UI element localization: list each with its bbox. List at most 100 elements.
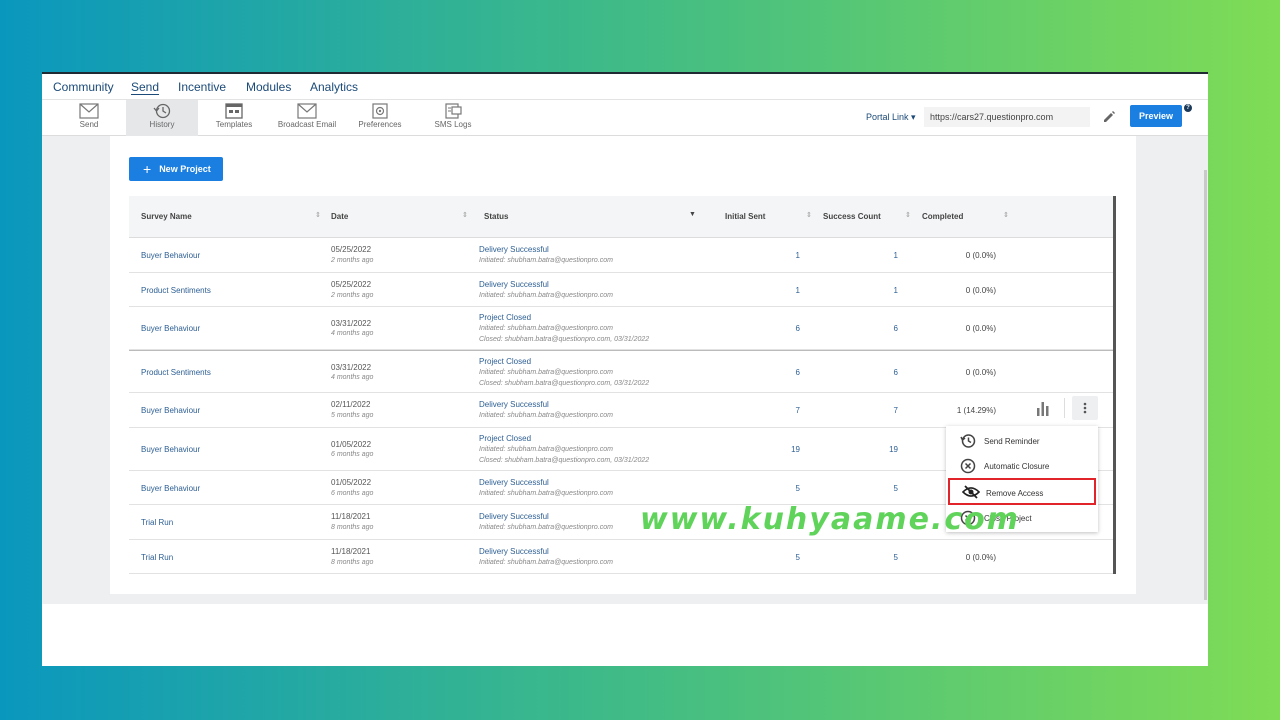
row-more-button[interactable] bbox=[1072, 396, 1098, 420]
row-initial-sent[interactable]: 7 bbox=[770, 406, 800, 415]
row-initial-sent[interactable]: 19 bbox=[770, 445, 800, 454]
row-status: Delivery Successful bbox=[479, 245, 549, 254]
row-initial-sent[interactable]: 5 bbox=[770, 484, 800, 493]
row-status: Delivery Successful bbox=[479, 400, 549, 409]
row-initial-sent[interactable]: 6 bbox=[770, 368, 800, 377]
nav-send[interactable]: Send bbox=[131, 80, 159, 94]
app-window: Community Send Incentive Modules Analyti… bbox=[42, 72, 1208, 666]
tool-send[interactable]: Send bbox=[53, 100, 125, 136]
top-nav: Community Send Incentive Modules Analyti… bbox=[42, 74, 1208, 100]
close-circle-icon bbox=[960, 458, 976, 474]
table-scrollbar[interactable] bbox=[1113, 196, 1116, 574]
reminder-icon bbox=[960, 434, 976, 448]
tool-broadcast-email-label: Broadcast Email bbox=[277, 120, 337, 129]
new-project-label: New Project bbox=[159, 164, 211, 174]
row-date: 11/18/2021 bbox=[331, 547, 371, 556]
row-completed: 0 (0.0%) bbox=[965, 324, 996, 333]
sort-desc-icon[interactable]: ▼ bbox=[689, 211, 696, 218]
tool-preferences-label: Preferences bbox=[358, 120, 402, 129]
row-initial-sent[interactable]: 1 bbox=[770, 286, 800, 295]
row-status: Project Closed bbox=[479, 357, 532, 366]
survey-name-link[interactable]: Trial Run bbox=[141, 518, 173, 527]
templates-icon bbox=[225, 103, 243, 119]
row-success-count: 6 bbox=[893, 324, 898, 333]
row-date-ago: 8 months ago bbox=[331, 524, 374, 531]
sort-icon[interactable]: ⇕ bbox=[905, 211, 911, 219]
table-row[interactable]: Buyer Behaviour 02/11/2022 5 months ago … bbox=[129, 393, 1113, 428]
tool-history[interactable]: History bbox=[126, 100, 198, 136]
portal-link-input[interactable] bbox=[924, 107, 1090, 127]
preferences-icon bbox=[372, 103, 388, 119]
table-row[interactable]: Buyer Behaviour 03/31/2022 4 months ago … bbox=[129, 307, 1113, 350]
row-initial-sent[interactable]: 6 bbox=[770, 324, 800, 333]
survey-name-link[interactable]: Product Sentiments bbox=[141, 286, 211, 295]
menu-send-reminder[interactable]: Send Reminder bbox=[946, 428, 1098, 453]
survey-name-link[interactable]: Buyer Behaviour bbox=[141, 251, 200, 260]
table-row[interactable]: Product Sentiments 05/25/2022 2 months a… bbox=[129, 273, 1113, 307]
sort-icon[interactable]: ⇕ bbox=[806, 211, 812, 219]
row-initial-sent[interactable]: 1 bbox=[770, 251, 800, 260]
nav-modules[interactable]: Modules bbox=[246, 80, 291, 94]
tool-history-label: History bbox=[149, 120, 175, 129]
table-row[interactable]: Product Sentiments 03/31/2022 4 months a… bbox=[129, 350, 1113, 393]
survey-name-link[interactable]: Buyer Behaviour bbox=[141, 445, 200, 454]
header-completed[interactable]: Completed bbox=[922, 212, 963, 221]
survey-name-link[interactable]: Buyer Behaviour bbox=[141, 324, 200, 333]
broadcast-email-icon bbox=[297, 103, 317, 119]
sort-icon[interactable]: ⇕ bbox=[462, 211, 468, 219]
row-success-count: 5 bbox=[893, 553, 898, 562]
help-icon[interactable]: ? bbox=[1184, 104, 1192, 112]
table-row[interactable]: Trial Run 11/18/2021 8 months ago Delive… bbox=[129, 540, 1113, 574]
row-status: Project Closed bbox=[479, 313, 532, 322]
tool-preferences[interactable]: Preferences bbox=[344, 100, 416, 136]
row-date: 02/11/2022 bbox=[331, 400, 371, 409]
nav-community[interactable]: Community bbox=[53, 80, 114, 94]
table-row[interactable]: Buyer Behaviour 05/25/2022 2 months ago … bbox=[129, 238, 1113, 273]
portal-link-dropdown[interactable]: Portal Link ▾ bbox=[866, 112, 916, 123]
row-status: Delivery Successful bbox=[479, 547, 549, 556]
header-survey-name[interactable]: Survey Name bbox=[141, 212, 192, 221]
row-completed: 1 (14.29%) bbox=[956, 406, 996, 415]
row-closed: Closed: shubham.batra@questionpro.com, 0… bbox=[479, 457, 650, 464]
header-status[interactable]: Status bbox=[484, 212, 508, 221]
eye-slash-icon bbox=[962, 485, 980, 499]
row-date-ago: 8 months ago bbox=[331, 559, 374, 566]
preview-button[interactable]: Preview bbox=[1130, 105, 1182, 127]
menu-automatic-closure-label: Automatic Closure bbox=[984, 462, 1050, 471]
survey-name-link[interactable]: Trial Run bbox=[141, 553, 173, 562]
page-scrollbar[interactable] bbox=[1204, 170, 1207, 600]
survey-name-link[interactable]: Buyer Behaviour bbox=[141, 406, 200, 415]
watermark-text: www.kuhyaame.com bbox=[640, 502, 1020, 537]
row-initiated: Initiated: shubham.batra@questionpro.com bbox=[479, 446, 613, 453]
tool-templates[interactable]: Templates bbox=[198, 100, 270, 136]
tool-broadcast-email[interactable]: Broadcast Email bbox=[271, 100, 343, 136]
row-status: Delivery Successful bbox=[479, 478, 549, 487]
history-icon bbox=[153, 103, 171, 119]
header-initial-sent[interactable]: Initial Sent bbox=[725, 212, 765, 221]
nav-incentive[interactable]: Incentive bbox=[178, 80, 226, 94]
caret-down-icon: ▾ bbox=[911, 112, 916, 122]
menu-automatic-closure[interactable]: Automatic Closure bbox=[946, 453, 1098, 478]
sms-logs-icon bbox=[445, 103, 462, 119]
row-date-ago: 6 months ago bbox=[331, 490, 374, 497]
row-date: 11/18/2021 bbox=[331, 512, 371, 521]
bar-chart-icon[interactable] bbox=[1036, 400, 1050, 416]
row-completed: 0 (0.0%) bbox=[965, 286, 996, 295]
row-initial-sent[interactable]: 5 bbox=[770, 553, 800, 562]
survey-name-link[interactable]: Buyer Behaviour bbox=[141, 484, 200, 493]
header-success-count[interactable]: Success Count bbox=[823, 212, 881, 221]
row-date-ago: 6 months ago bbox=[331, 451, 374, 458]
tool-send-label: Send bbox=[79, 120, 99, 129]
pencil-icon[interactable] bbox=[1102, 110, 1116, 124]
row-success-count: 5 bbox=[893, 484, 898, 493]
tool-sms-logs[interactable]: SMS Logs bbox=[417, 100, 489, 136]
envelope-icon bbox=[79, 103, 99, 119]
header-date[interactable]: Date bbox=[331, 212, 348, 221]
nav-analytics[interactable]: Analytics bbox=[310, 80, 358, 94]
new-project-button[interactable]: + New Project bbox=[129, 157, 223, 181]
menu-remove-access[interactable]: Remove Access bbox=[948, 478, 1096, 505]
action-divider bbox=[1064, 398, 1065, 418]
sort-icon[interactable]: ⇕ bbox=[315, 211, 321, 219]
survey-name-link[interactable]: Product Sentiments bbox=[141, 368, 211, 377]
sort-icon[interactable]: ⇕ bbox=[1003, 211, 1009, 219]
